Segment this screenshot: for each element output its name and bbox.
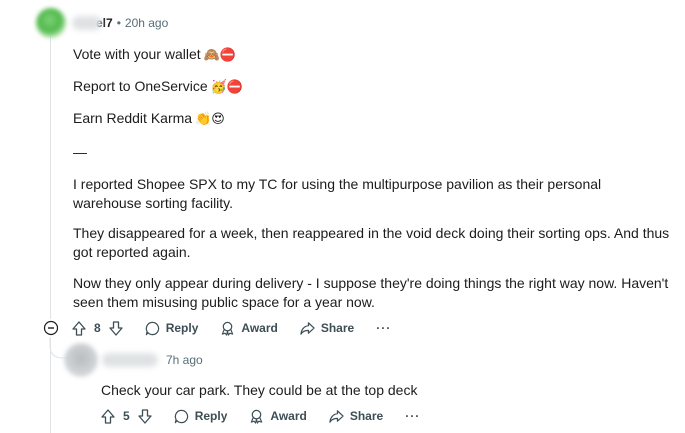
avatar[interactable] — [36, 8, 66, 38]
award-button[interactable]: Award — [220, 321, 278, 336]
award-icon — [251, 409, 263, 424]
upvote-icon[interactable] — [101, 408, 115, 424]
username-redacted — [102, 353, 158, 367]
separator-dot: • — [116, 16, 121, 30]
emoji: 🙈⛔ — [203, 47, 236, 62]
upvote-icon[interactable] — [72, 320, 86, 336]
vote-count: 8 — [94, 321, 101, 335]
share-button[interactable]: Share — [300, 321, 354, 336]
reply-comment-header: 7h ago — [64, 343, 203, 377]
reply-button[interactable]: Reply — [145, 321, 199, 336]
share-button[interactable]: Share — [329, 409, 383, 424]
vote-group: 5 — [101, 408, 152, 424]
reply-label: Reply — [194, 409, 228, 423]
share-icon — [300, 321, 315, 335]
emoji: 🥳⛔ — [210, 79, 243, 94]
comment-bubble-icon — [174, 409, 188, 423]
award-button[interactable]: Award — [249, 409, 307, 424]
award-label: Award — [270, 409, 307, 423]
downvote-icon[interactable] — [138, 408, 152, 424]
downvote-icon[interactable] — [109, 320, 123, 336]
thread-rail-top[interactable] — [50, 34, 51, 320]
minus-circle-icon — [43, 320, 59, 336]
reply-button[interactable]: Reply — [174, 409, 228, 424]
more-options-button[interactable]: ··· — [376, 321, 391, 335]
comment-paragraph: Now they only appear during delivery - I… — [73, 275, 669, 310]
reply-label: Reply — [165, 321, 199, 335]
award-icon — [222, 321, 234, 336]
share-icon — [329, 409, 344, 423]
comment-paragraph: Report to OneService 🥳⛔ — [73, 78, 243, 94]
reply-text: Check your car park. They could be at th… — [101, 382, 418, 398]
collapse-thread-button[interactable] — [42, 319, 60, 337]
comment-paragraph: — — [73, 144, 87, 160]
reply-comment-actions: 5 Reply Award Share ··· — [101, 407, 420, 425]
more-options-button[interactable]: ··· — [405, 409, 420, 423]
timestamp[interactable]: 7h ago — [166, 353, 203, 367]
username-redacted — [72, 16, 102, 30]
vote-group: 8 — [72, 320, 123, 336]
emoji: 👏😍 — [195, 111, 225, 126]
comment-paragraph: Vote with your wallet 🙈⛔ — [73, 46, 236, 62]
share-label: Share — [320, 321, 355, 335]
timestamp[interactable]: 20h ago — [125, 16, 168, 30]
share-label: Share — [349, 409, 384, 423]
comment-paragraph: Earn Reddit Karma 👏😍 — [73, 110, 225, 126]
comment-bubble-icon — [145, 321, 159, 335]
avatar[interactable] — [64, 343, 98, 377]
award-label: Award — [241, 321, 278, 335]
top-comment-header: el7 • 20h ago — [36, 8, 168, 38]
comment-paragraph: I reported Shopee SPX to my TC for using… — [73, 176, 602, 211]
comment-paragraph: They disappeared for a week, then reappe… — [73, 225, 670, 260]
top-comment-actions: 8 Reply Award Share ··· — [72, 319, 391, 337]
comment-thread: el7 • 20h ago Vote with your wallet 🙈⛔ Re… — [0, 0, 685, 433]
vote-count: 5 — [123, 409, 130, 423]
